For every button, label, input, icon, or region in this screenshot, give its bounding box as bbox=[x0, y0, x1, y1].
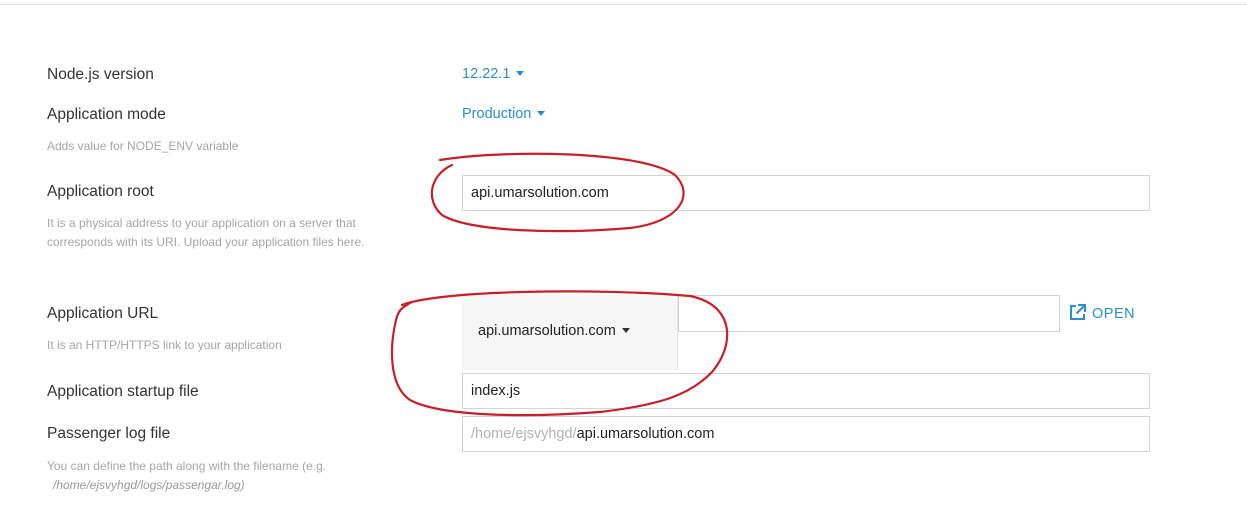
open-url-link[interactable]: OPEN bbox=[1069, 304, 1135, 322]
passenger-log-prefix: /home/ejsvyhgd/ bbox=[471, 426, 577, 442]
passenger-log-help-text: You can define the path along with the f… bbox=[47, 459, 327, 473]
app-url-path-input[interactable] bbox=[678, 295, 1060, 332]
passenger-log-help: You can define the path along with the f… bbox=[47, 457, 427, 495]
external-link-icon bbox=[1070, 304, 1086, 320]
app-mode-value: Production bbox=[462, 106, 532, 122]
app-root-value: api.umarsolution.com bbox=[471, 185, 609, 201]
passenger-log-label: Passenger log file bbox=[47, 425, 171, 442]
caret-down-icon bbox=[621, 327, 630, 333]
caret-down-icon bbox=[516, 70, 525, 76]
app-mode-help: Adds value for NODE_ENV variable bbox=[47, 139, 239, 153]
node-version-dropdown[interactable]: 12.22.1 bbox=[462, 66, 525, 82]
passenger-log-input[interactable]: /home/ejsvyhgd/api.umarsolution.com bbox=[462, 416, 1150, 452]
startup-file-input[interactable]: index.js bbox=[462, 373, 1150, 409]
app-mode-dropdown[interactable]: Production bbox=[462, 106, 546, 122]
startup-file-label: Application startup file bbox=[47, 383, 199, 400]
node-version-value: 12.22.1 bbox=[462, 66, 511, 82]
top-divider bbox=[0, 4, 1247, 5]
app-url-help: It is an HTTP/HTTPS link to your applica… bbox=[47, 338, 282, 352]
app-mode-label: Application mode bbox=[47, 106, 166, 123]
app-url-domain-dropdown[interactable]: api.umarsolution.com bbox=[462, 295, 678, 370]
app-root-input[interactable]: api.umarsolution.com bbox=[462, 175, 1150, 211]
open-link-label: OPEN bbox=[1092, 306, 1136, 322]
app-root-label: Application root bbox=[47, 183, 154, 200]
startup-file-value: index.js bbox=[471, 383, 521, 399]
passenger-log-value: api.umarsolution.com bbox=[576, 426, 715, 442]
passenger-log-help-example: /home/ejsvyhgd/logs/passengar.log) bbox=[53, 478, 245, 492]
app-url-label: Application URL bbox=[47, 305, 159, 322]
app-root-help: It is a physical address to your applica… bbox=[47, 216, 365, 249]
app-url-domain-value: api.umarsolution.com bbox=[478, 323, 616, 339]
node-version-label: Node.js version bbox=[47, 66, 154, 83]
caret-down-icon bbox=[537, 110, 546, 116]
